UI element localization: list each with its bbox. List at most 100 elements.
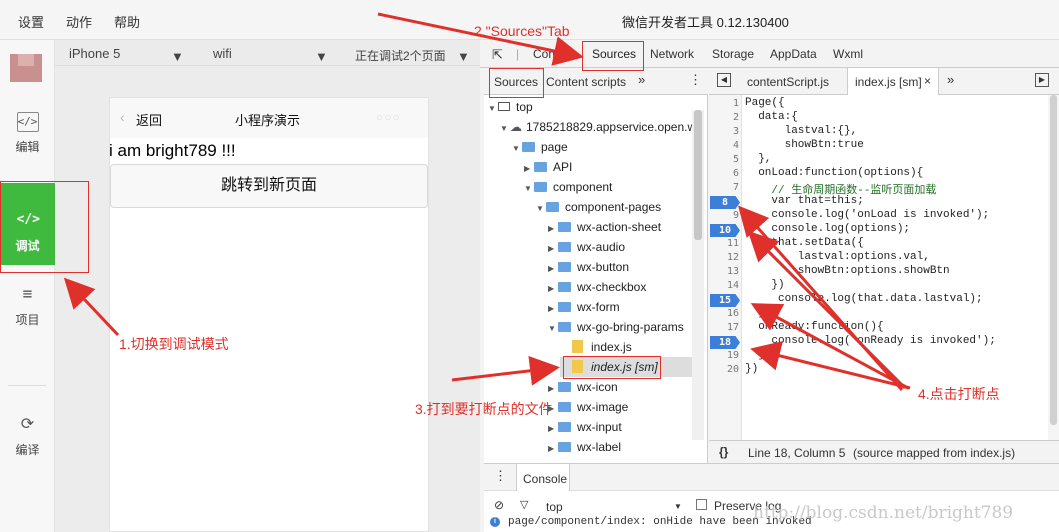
tree-item[interactable]: ▶ wx-icon xyxy=(548,377,618,397)
folder-icon xyxy=(558,282,571,292)
tree-item[interactable]: ▼ ☁ 1785218829.appservice.open.w xyxy=(500,117,692,137)
line-gutter[interactable]: 1 2 3 4 5 6 7 8 9 10 11 12 13 14 15 16 17 18 19 20 xyxy=(709,95,742,440)
info-icon: i xyxy=(490,517,500,527)
tab-network[interactable]: Network xyxy=(650,47,694,61)
line-number[interactable]: 6 xyxy=(709,168,739,179)
tree-item[interactable]: ▼ top xyxy=(488,97,533,117)
more-tabs-icon[interactable]: » xyxy=(947,72,954,87)
tree-item[interactable]: ▼ component-pages xyxy=(536,197,661,217)
chevron-down-icon[interactable]: ▼ xyxy=(315,49,328,64)
code-line: that.setData({ xyxy=(745,237,864,249)
line-number[interactable]: 9 xyxy=(709,210,739,221)
source-map-note: (source mapped from index.js) xyxy=(853,446,1016,460)
tab-wxml[interactable]: Wxml xyxy=(833,47,863,61)
tree-item[interactable]: ▼ page xyxy=(512,137,568,157)
editor-scrollbar[interactable] xyxy=(1048,95,1059,440)
menu-settings[interactable]: 设置 xyxy=(18,12,44,31)
kebab-menu-icon[interactable]: ⋮ xyxy=(494,468,507,484)
left-sidebar: </> 编辑 </> 调试 ≡ 项目 ⟳ 编译 xyxy=(0,40,55,532)
avatar[interactable] xyxy=(10,54,42,82)
navigator-scrollbar[interactable] xyxy=(692,110,704,440)
line-number[interactable]: 17 xyxy=(709,322,739,333)
editor-tab-contentscript[interactable]: contentScript.js xyxy=(747,75,829,89)
inspect-icon[interactable]: ⇱ xyxy=(492,47,503,63)
menu-actions[interactable]: 动作 xyxy=(66,12,92,31)
nav-compile-label: 编译 xyxy=(15,443,40,457)
line-number[interactable]: 2 xyxy=(709,112,739,123)
line-number[interactable]: 4 xyxy=(709,140,739,151)
debug-pages-select[interactable]: 正在调试2个页面 xyxy=(355,47,446,64)
close-icon[interactable]: × xyxy=(924,74,931,88)
tree-item[interactable]: ▼ component xyxy=(524,177,612,197)
line-number[interactable]: 14 xyxy=(709,280,739,291)
annotation-box-sources-nav xyxy=(489,68,544,98)
tree-item[interactable]: ▶ wx-checkbox xyxy=(548,277,646,297)
tree-item[interactable]: ▶ wx-button xyxy=(548,257,629,277)
tree-item[interactable]: ▶ wx-input xyxy=(548,417,622,437)
chevron-down-icon[interactable]: ▼ xyxy=(171,49,184,64)
more-tabs-icon[interactable]: » xyxy=(638,72,645,87)
nav-project[interactable]: ≡ 项目 xyxy=(0,285,55,328)
editor-tab-active[interactable]: index.js [sm] × xyxy=(847,68,939,95)
toggle-navigator-icon[interactable]: ◀ xyxy=(717,73,731,87)
breakpoint-marker[interactable]: 8 xyxy=(710,196,740,209)
chevron-down-icon[interactable]: ▼ xyxy=(457,49,470,64)
tab-console[interactable]: Console xyxy=(533,47,577,61)
breakpoint-marker[interactable]: 10 xyxy=(710,224,740,237)
clear-console-icon[interactable]: ⊘ xyxy=(494,498,504,512)
folder-icon xyxy=(558,242,571,252)
network-select[interactable]: wifi xyxy=(213,46,232,61)
tab-content-scripts[interactable]: Content scripts xyxy=(546,75,626,89)
tree-file[interactable]: index.js xyxy=(572,337,632,357)
tree-item[interactable]: ▼ wx-go-bring-params xyxy=(548,317,684,337)
nav-divider xyxy=(8,385,46,386)
line-number[interactable]: 20 xyxy=(709,364,739,375)
line-number[interactable]: 5 xyxy=(709,154,739,165)
folder-icon xyxy=(522,142,535,152)
hello-text: i am bright789 !!! xyxy=(109,141,236,160)
annotation-box-file xyxy=(563,356,661,379)
toggle-debugger-icon[interactable]: ▶ xyxy=(1035,73,1049,87)
line-number[interactable]: 12 xyxy=(709,252,739,263)
line-number[interactable]: 19 xyxy=(709,350,739,361)
code-line: data:{ xyxy=(745,111,798,123)
tree-item[interactable]: ▶ wx-form xyxy=(548,297,620,317)
drawer-tab-console[interactable]: Console xyxy=(516,464,570,491)
breakpoint-marker[interactable]: 15 xyxy=(710,294,740,307)
code-editor[interactable]: 1 2 3 4 5 6 7 8 9 10 11 12 13 14 15 16 17 18 19 20 Page({ d… xyxy=(709,95,1059,440)
tree-item[interactable]: ▶ wx-audio xyxy=(548,237,625,257)
filter-icon[interactable]: ▽ xyxy=(520,498,528,511)
menu-help[interactable]: 帮助 xyxy=(114,12,140,31)
breakpoint-marker[interactable]: 18 xyxy=(710,336,740,349)
tab-storage[interactable]: Storage xyxy=(712,47,754,61)
folder-icon xyxy=(534,182,547,192)
devtools-tabbar: ⇱ | Console Sources Network Storage AppD… xyxy=(480,40,1059,68)
line-number[interactable]: 11 xyxy=(709,238,739,249)
chevron-down-icon[interactable]: ▼ xyxy=(674,502,682,511)
line-number[interactable]: 7 xyxy=(709,182,739,193)
preserve-log-checkbox[interactable] xyxy=(696,499,707,510)
line-number[interactable]: 13 xyxy=(709,266,739,277)
nav-edit[interactable]: </> 编辑 xyxy=(0,112,55,155)
cursor-position: Line 18, Column 5 xyxy=(748,446,846,460)
navigate-button[interactable]: 跳转到新页面 xyxy=(110,164,428,208)
back-arrow-icon[interactable]: ‹ xyxy=(120,109,125,125)
tab-appdata[interactable]: AppData xyxy=(770,47,817,61)
line-number[interactable]: 16 xyxy=(709,308,739,319)
kebab-menu-icon[interactable]: ⋮ xyxy=(689,72,702,88)
tree-item[interactable]: ▶ wx-action-sheet xyxy=(548,217,661,237)
back-button[interactable]: 返回 xyxy=(136,110,162,129)
device-select[interactable]: iPhone 5 xyxy=(69,46,120,61)
pretty-print-icon[interactable]: {} xyxy=(719,445,728,459)
context-select[interactable]: top xyxy=(546,500,563,514)
line-number[interactable]: 1 xyxy=(709,98,739,109)
nav-compile[interactable]: ⟳ 编译 xyxy=(0,415,55,458)
annotation-3: 3.打到要打断点的文件 xyxy=(415,401,553,417)
file-icon xyxy=(572,340,583,353)
code-line: showBtn:options.showBtn xyxy=(745,265,950,277)
more-icon[interactable]: ○○○ xyxy=(376,110,401,124)
tree-item[interactable]: ▶ wx-image xyxy=(548,397,628,417)
tree-item[interactable]: ▶ API xyxy=(524,157,572,177)
tree-item[interactable]: ▶ wx-label xyxy=(548,437,621,457)
line-number[interactable]: 3 xyxy=(709,126,739,137)
